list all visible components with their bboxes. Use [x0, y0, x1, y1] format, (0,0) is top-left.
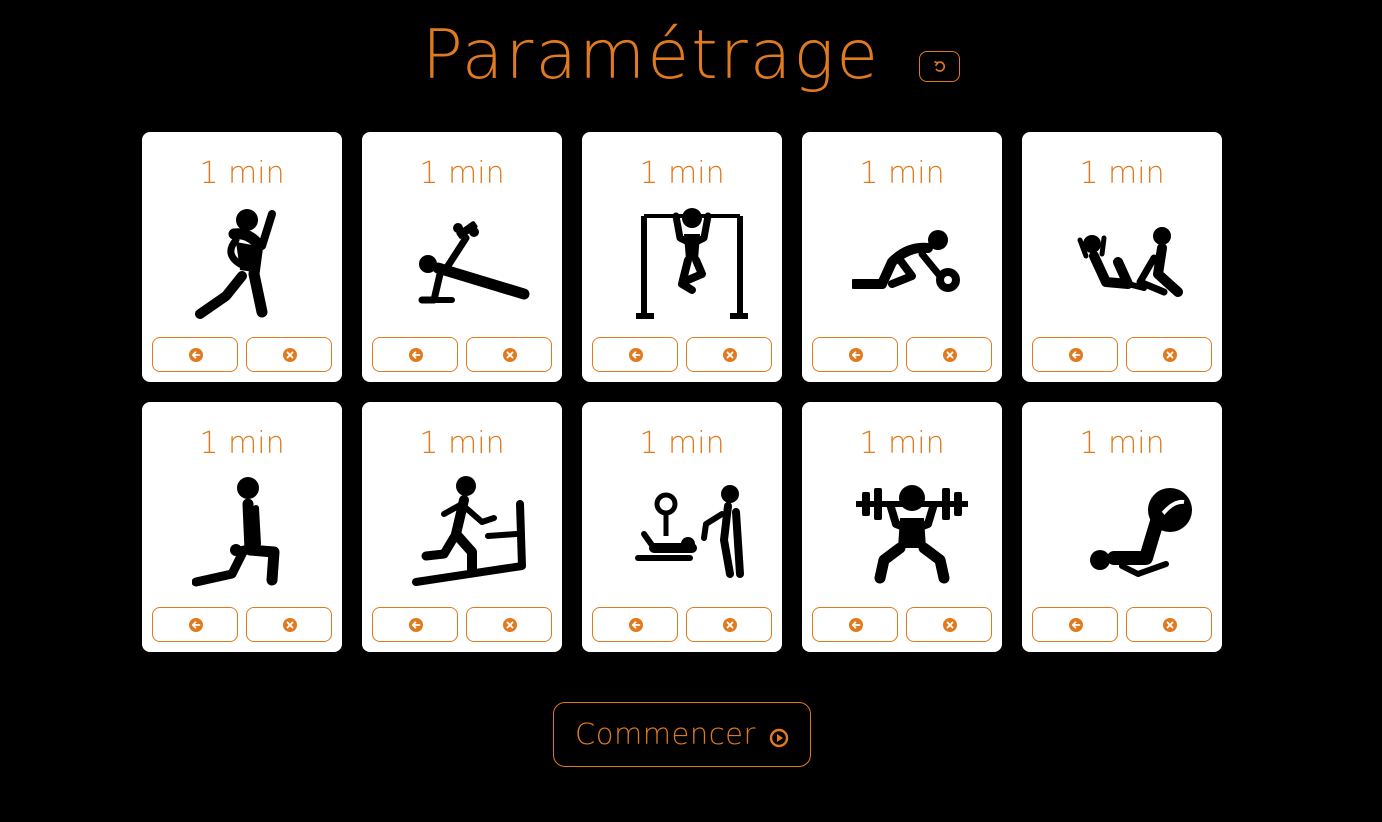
- remove-button[interactable]: [686, 337, 772, 372]
- arrow-left-circle-icon: [849, 618, 863, 632]
- exercise-card: 1 min: [802, 132, 1002, 382]
- move-left-button[interactable]: [372, 607, 458, 642]
- arrow-left-circle-icon: [629, 618, 643, 632]
- remove-button[interactable]: [686, 607, 772, 642]
- bench-press-spotter-icon: [635, 485, 744, 578]
- play-circle-icon: [769, 728, 789, 747]
- remove-button[interactable]: [1126, 337, 1212, 372]
- remove-button[interactable]: [1126, 607, 1212, 642]
- barbell-squat-icon: [856, 485, 968, 584]
- move-left-button[interactable]: [1032, 607, 1118, 642]
- exercise-duration: 1 min: [1079, 156, 1165, 191]
- exercise-duration: 1 min: [199, 156, 285, 191]
- lunge-icon: [195, 209, 276, 319]
- close-circle-icon: [1163, 618, 1177, 632]
- dumbbell-lunge-icon: [192, 477, 280, 587]
- close-circle-icon: [723, 348, 737, 362]
- move-left-button[interactable]: [592, 607, 678, 642]
- exercise-card: 1 min: [362, 132, 562, 382]
- exercise-duration: 1 min: [639, 156, 725, 191]
- exercise-duration: 1 min: [1079, 426, 1165, 461]
- start-button[interactable]: Commencer: [553, 702, 811, 767]
- remove-button[interactable]: [466, 337, 552, 372]
- exercise-card: 1 min: [1022, 402, 1222, 652]
- remove-button[interactable]: [246, 337, 332, 372]
- remove-button[interactable]: [906, 607, 992, 642]
- close-circle-icon: [943, 618, 957, 632]
- close-circle-icon: [283, 618, 297, 632]
- arrow-left-circle-icon: [189, 618, 203, 632]
- exercise-card: 1 min: [1022, 132, 1222, 382]
- exercise-card: 1 min: [142, 132, 342, 382]
- page-title: Paramétrage: [421, 16, 881, 95]
- exercise-duration: 1 min: [419, 156, 505, 191]
- move-left-button[interactable]: [152, 607, 238, 642]
- exercise-grid: 1 min 1 min 1 min 1 min 1 min 1 min 1 mi…: [142, 132, 1222, 652]
- ball-crunch-icon: [1090, 488, 1192, 577]
- reset-button[interactable]: [919, 50, 961, 82]
- exercise-card: 1 min: [142, 402, 342, 652]
- close-circle-icon: [1163, 348, 1177, 362]
- exercise-duration: 1 min: [859, 426, 945, 461]
- arrow-left-circle-icon: [1069, 618, 1083, 632]
- remove-button[interactable]: [246, 607, 332, 642]
- header: Paramétrage: [0, 14, 1382, 104]
- move-left-button[interactable]: [812, 607, 898, 642]
- arrow-left-circle-icon: [629, 348, 643, 362]
- ab-wheel-icon: [852, 230, 960, 292]
- settings-page: Paramétrage 1 min 1 min 1 min 1 min 1 mi…: [0, 0, 1382, 822]
- move-left-button[interactable]: [1032, 337, 1118, 372]
- move-left-button[interactable]: [812, 337, 898, 372]
- exercise-duration: 1 min: [859, 156, 945, 191]
- exercise-card: 1 min: [582, 402, 782, 652]
- arrow-left-circle-icon: [189, 348, 203, 362]
- arrow-left-circle-icon: [409, 618, 423, 632]
- pull-up-icon: [636, 208, 748, 319]
- exercise-duration: 1 min: [419, 426, 505, 461]
- exercise-card: 1 min: [582, 132, 782, 382]
- exercise-card: 1 min: [362, 402, 562, 652]
- remove-button[interactable]: [906, 337, 992, 372]
- close-circle-icon: [943, 348, 957, 362]
- arrow-left-circle-icon: [849, 348, 863, 362]
- partner-situp-icon: [1077, 227, 1183, 297]
- close-circle-icon: [723, 618, 737, 632]
- close-circle-icon: [503, 618, 517, 632]
- dumbbell-plank-icon: [418, 221, 530, 304]
- exercise-duration: 1 min: [199, 426, 285, 461]
- move-left-button[interactable]: [152, 337, 238, 372]
- close-circle-icon: [503, 348, 517, 362]
- arrow-left-circle-icon: [409, 348, 423, 362]
- reset-icon: [934, 60, 946, 72]
- arrow-left-circle-icon: [1069, 348, 1083, 362]
- exercise-duration: 1 min: [639, 426, 725, 461]
- remove-button[interactable]: [466, 607, 552, 642]
- close-circle-icon: [283, 348, 297, 362]
- move-left-button[interactable]: [592, 337, 678, 372]
- treadmill-icon: [412, 476, 526, 586]
- move-left-button[interactable]: [372, 337, 458, 372]
- exercise-card: 1 min: [802, 402, 1002, 652]
- start-button-label: Commencer: [574, 717, 756, 751]
